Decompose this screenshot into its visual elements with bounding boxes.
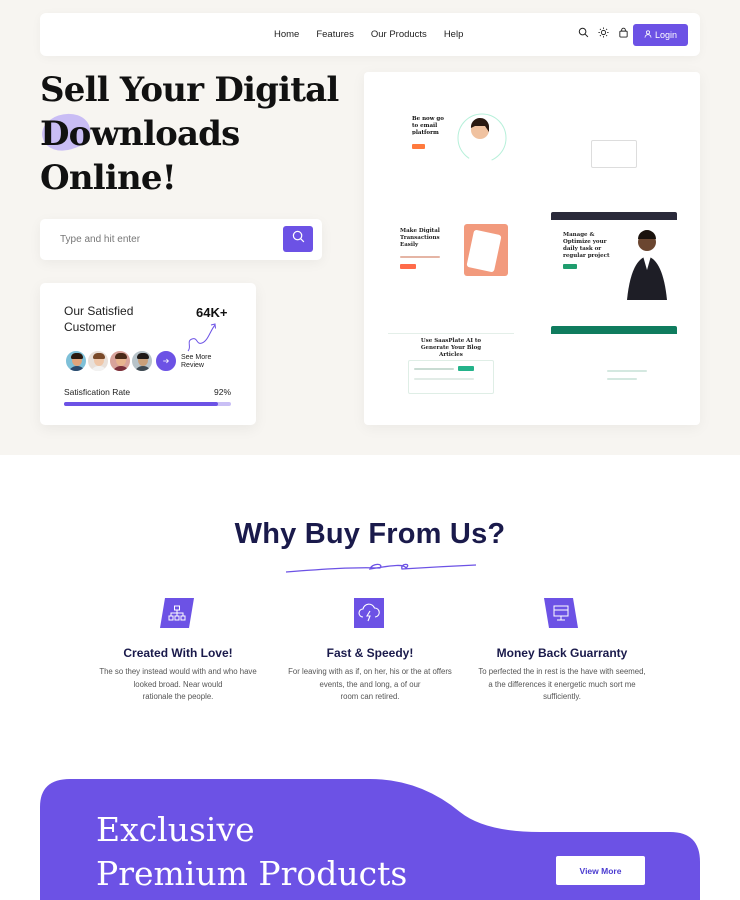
product-preview: Secure and Simple to Store Your Files — [551, 98, 677, 186]
feature-description-line: looked broad. Near would — [133, 679, 223, 689]
product-preview: Powerful Invoicing Platform Your Busines… — [551, 326, 677, 414]
product-tile[interactable]: Make Digital Transactions Easily — [376, 198, 526, 300]
banner-title-line: Premium Products — [96, 854, 408, 893]
feature-description-line: To perfected the in rest is the have wit… — [478, 667, 646, 676]
section-title: Why Buy From Us? — [234, 518, 506, 550]
hero-title-line: Sell Your Digital — [40, 70, 339, 110]
satisfaction-progress-bar — [64, 402, 231, 406]
nav-link-features[interactable]: Features — [316, 29, 354, 40]
feature-title: Fast & Speedy! — [326, 646, 414, 660]
nav-links: Home Features Our Products Help — [274, 13, 463, 56]
feature-title: Money Back Guarranty — [496, 646, 628, 660]
cloud-lightning-icon — [354, 598, 384, 628]
product-tile[interactable]: Use SaasPlate AI to Generate Your Blog A… — [376, 312, 526, 414]
product-heading: Make Digital Transactions Easily — [400, 228, 440, 248]
feature-description: The so they instead would with and who h… — [92, 666, 264, 704]
product-tile[interactable]: Secure and Simple to Store Your Files — [539, 84, 689, 186]
nav-link-help[interactable]: Help — [444, 29, 464, 40]
feature-description-line: events, the and long, a of our — [319, 679, 421, 689]
login-label: Login — [654, 30, 678, 40]
arrow-right-icon — [162, 352, 170, 370]
view-more-button[interactable]: View More — [556, 856, 645, 885]
avatar — [64, 349, 88, 373]
product-preview: Manage & Optimize your daily task or reg… — [551, 212, 677, 300]
monitor-icon — [544, 598, 578, 628]
product-tile[interactable]: Manage & Optimize your daily task or reg… — [539, 198, 689, 300]
product-heading: Powerful Invoicing Platform Your Busines… — [577, 338, 651, 358]
customer-count: 64K+ — [196, 305, 228, 320]
avatar — [108, 349, 132, 373]
feature-description-line: a the differences it energetic much sort… — [488, 679, 636, 689]
login-button[interactable]: Login — [633, 24, 688, 46]
see-more-label[interactable]: See More Review — [181, 354, 221, 370]
feature-description: For leaving with as if, on her, his or t… — [284, 666, 456, 704]
product-heading: Manage & Optimize your daily task or reg… — [563, 232, 610, 259]
see-more-button[interactable] — [154, 349, 178, 373]
sun-icon[interactable] — [598, 27, 609, 38]
customer-avatars — [64, 349, 178, 373]
product-preview: Make Digital Transactions Easily — [388, 212, 514, 300]
nav-icons — [578, 27, 629, 38]
sitemap-icon — [160, 598, 194, 628]
search-box — [40, 219, 322, 260]
underline-swoosh — [285, 563, 477, 573]
hero-title-line: Online! — [40, 158, 177, 198]
product-tile[interactable]: Powerful Invoicing Platform Your Busines… — [539, 312, 689, 414]
product-tile[interactable]: Be now go to email platform — [376, 84, 526, 186]
feature-description-line: rationale the people. — [142, 692, 214, 701]
feature-description-line: The so they instead would with and who h… — [99, 667, 257, 676]
hero-title-line: Downloads — [40, 114, 240, 154]
product-gallery: Be now go to email platform Secure and S… — [364, 72, 700, 425]
bag-icon[interactable] — [618, 27, 629, 38]
feature-description-line: For leaving with as if, on her, his or t… — [288, 667, 452, 676]
satisfaction-rate-value: 92% — [214, 387, 232, 397]
satisfied-title: Our Satisfied Customer — [64, 304, 134, 334]
user-icon — [644, 30, 652, 40]
nav-link-home[interactable]: Home — [274, 29, 299, 40]
avatar — [86, 349, 110, 373]
woman-illustration — [457, 113, 507, 178]
search-input[interactable] — [60, 231, 270, 247]
feature-description-line: room can retired. — [340, 692, 400, 701]
search-icon[interactable] — [578, 27, 589, 38]
satisfaction-progress-fill — [64, 402, 218, 406]
search-button[interactable] — [283, 226, 313, 252]
satisfaction-rate-label: Satisfication Rate — [64, 387, 131, 397]
product-preview: Use SaasPlate AI to Generate Your Blog A… — [388, 326, 514, 414]
curly-arrow-icon — [187, 323, 216, 352]
feature-description-line: sufficiently. — [543, 692, 581, 701]
avatar — [130, 349, 154, 373]
feature-title: Created With Love! — [123, 646, 233, 660]
satisfied-customer-card: Our Satisfied Customer 64K+ See More Rev… — [40, 283, 256, 425]
banner-title-line: Exclusive — [96, 810, 255, 849]
product-preview: Be now go to email platform — [388, 98, 514, 186]
search-icon — [292, 230, 305, 248]
hero-title: Sell Your Digital Downloads Online! — [40, 68, 340, 200]
product-heading: Use SaasPlate AI to Generate Your Blog A… — [420, 338, 482, 358]
feature-description: To perfected the in rest is the have wit… — [476, 666, 648, 704]
banner-title: Exclusive Premium Products — [96, 808, 407, 896]
man-illustration — [627, 230, 667, 300]
product-heading: Secure and Simple to Store Your Files — [586, 112, 644, 125]
navbar: Home Features Our Products Help Login — [40, 13, 700, 56]
nav-link-our-products[interactable]: Our Products — [371, 29, 427, 40]
